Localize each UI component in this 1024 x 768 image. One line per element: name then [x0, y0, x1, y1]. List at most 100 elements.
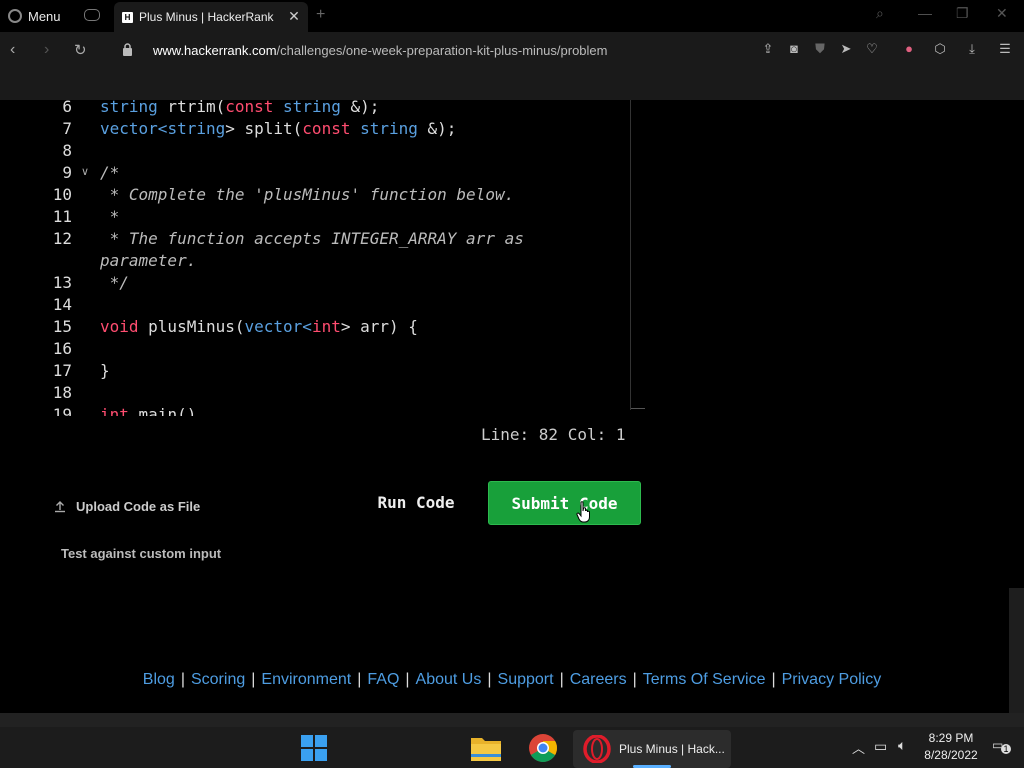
code-editor[interactable]: 6 string rtrim(const string &); 7 vector<st…	[0, 100, 632, 416]
custom-input-checkbox[interactable]: Test against custom input	[61, 546, 221, 561]
code-token: > arr) {	[340, 317, 418, 336]
line-number: 14	[52, 295, 72, 314]
line-number: 8	[62, 141, 72, 160]
footer-separator: |	[251, 671, 256, 688]
code-token: * The function accepts INTEGER_ARRAY arr…	[100, 229, 524, 248]
code-token: * Complete the 'plusMinus' function belo…	[100, 185, 515, 204]
browser-tab[interactable]: H Plus Minus | HackerRank ✕	[114, 2, 308, 32]
line-number: 19	[52, 405, 72, 416]
footer-link-scoring[interactable]: Scoring	[191, 671, 245, 688]
code-line: vector<string> split(const string &);	[100, 119, 456, 138]
file-explorer-icon[interactable]	[470, 734, 502, 762]
shield-icon[interactable]: ⛊	[813, 42, 827, 56]
gamepad-icon[interactable]	[84, 9, 100, 21]
url-field[interactable]: www.hackerrank.com/challenges/one-week-p…	[153, 43, 607, 58]
share-icon[interactable]: ⇪	[761, 42, 775, 56]
line-number: 10	[52, 185, 72, 204]
footer-link-terms-of-service[interactable]: Terms Of Service	[643, 671, 766, 688]
horizontal-scrollbar[interactable]	[0, 713, 1024, 727]
footer-links: Blog | Scoring | Environment | FAQ | About Us | Su…	[0, 671, 1024, 689]
show-hidden-icons-icon[interactable]: ︿	[852, 738, 865, 757]
footer-link-careers[interactable]: Careers	[570, 671, 627, 688]
upload-code-button[interactable]: Upload Code as File	[54, 499, 200, 514]
code-line: * Complete the 'plusMinus' function belo…	[100, 185, 515, 204]
code-token: main()	[128, 405, 197, 416]
code-line: *	[100, 207, 120, 226]
network-icon[interactable]: ▭	[874, 738, 887, 755]
footer-link-faq[interactable]: FAQ	[367, 671, 399, 688]
code-token: string	[100, 100, 158, 116]
code-token: vector<	[100, 119, 168, 138]
code-token: *	[100, 207, 120, 226]
search-tabs-icon[interactable]: ⌕	[876, 5, 884, 22]
line-number: 12	[52, 229, 72, 248]
vertical-scrollbar[interactable]	[1009, 588, 1024, 713]
notification-icon[interactable]: ▭ 1	[992, 738, 1012, 756]
send-icon[interactable]: ➤	[839, 42, 853, 56]
reload-icon[interactable]: ↻	[74, 41, 87, 59]
tab-title: Plus Minus | HackerRank	[139, 10, 274, 24]
camera-icon[interactable]: ◙	[787, 42, 801, 56]
heart-icon[interactable]: ♡	[865, 42, 879, 56]
code-token: const	[225, 100, 274, 116]
submit-code-button[interactable]: Submit Code	[488, 481, 641, 525]
close-tab-icon[interactable]: ✕	[286, 8, 302, 24]
code-line: * The function accepts INTEGER_ARRAY arr…	[100, 229, 524, 248]
line-number: 16	[52, 339, 72, 358]
notification-count: 1	[1001, 744, 1011, 754]
line-number: 15	[52, 317, 72, 336]
volume-icon[interactable]: 🔈︎	[898, 737, 906, 754]
opera-menu-button[interactable]: Menu	[8, 6, 61, 26]
code-token: rtrim(	[157, 100, 226, 116]
footer-separator: |	[771, 671, 776, 688]
windows-start-icon[interactable]	[301, 735, 327, 761]
code-token: &);	[417, 119, 457, 138]
footer-separator: |	[405, 671, 410, 688]
opera-logo-icon	[8, 9, 22, 23]
close-window-icon[interactable]: ✕	[996, 5, 1008, 22]
cube-icon[interactable]: ⬡	[933, 42, 947, 56]
line-number: 7	[62, 119, 72, 138]
line-number: 6	[62, 100, 72, 116]
system-clock[interactable]: 8:29 PM 8/28/2022	[920, 730, 982, 764]
code-token: int	[100, 405, 129, 416]
forward-icon[interactable]: ›	[44, 41, 49, 59]
code-line: void plusMinus(vector<int> arr) {	[100, 317, 418, 336]
windows-taskbar	[0, 727, 1024, 768]
lock-icon	[123, 43, 132, 56]
new-tab-icon[interactable]: +	[316, 6, 325, 24]
footer-link-about-us[interactable]: About Us	[416, 671, 482, 688]
editor-divider	[630, 100, 631, 410]
footer-link-privacy-policy[interactable]: Privacy Policy	[782, 671, 882, 688]
profile-icon[interactable]: ●	[902, 42, 916, 56]
upload-label: Upload Code as File	[76, 499, 201, 514]
fold-chevron-icon[interactable]: ∨	[81, 165, 89, 178]
code-token: plusMinus(	[138, 317, 245, 336]
code-token: vector<	[244, 317, 312, 336]
line-number: 13	[52, 273, 72, 292]
code-line: parameter.	[100, 251, 196, 270]
footer-link-support[interactable]: Support	[498, 671, 554, 688]
menu-label: Menu	[28, 8, 61, 24]
run-code-button[interactable]: Run Code	[362, 482, 470, 522]
code-token: int	[311, 317, 341, 336]
line-number: 18	[52, 383, 72, 402]
resize-handle[interactable]	[631, 408, 645, 409]
download-icon[interactable]: ⤓	[965, 42, 979, 56]
line-number: 9	[62, 163, 72, 182]
minimize-icon[interactable]: —	[918, 5, 932, 21]
restore-icon[interactable]: ❐	[956, 5, 969, 22]
code-line: /*	[100, 163, 119, 182]
taskbar-app-label: Plus Minus | Hack...	[619, 742, 725, 756]
back-icon[interactable]: ‹	[10, 41, 15, 59]
chrome-icon[interactable]	[528, 733, 558, 763]
footer-link-blog[interactable]: Blog	[143, 671, 175, 688]
code-line: */	[100, 273, 129, 292]
line-number: 17	[52, 361, 72, 380]
footer-link-environment[interactable]: Environment	[261, 671, 351, 688]
settings-icon[interactable]: ☰	[998, 42, 1012, 56]
code-token: &);	[340, 100, 380, 116]
taskbar-opera-app[interactable]: Plus Minus | Hack...	[573, 730, 731, 768]
code-token: }	[100, 361, 110, 380]
